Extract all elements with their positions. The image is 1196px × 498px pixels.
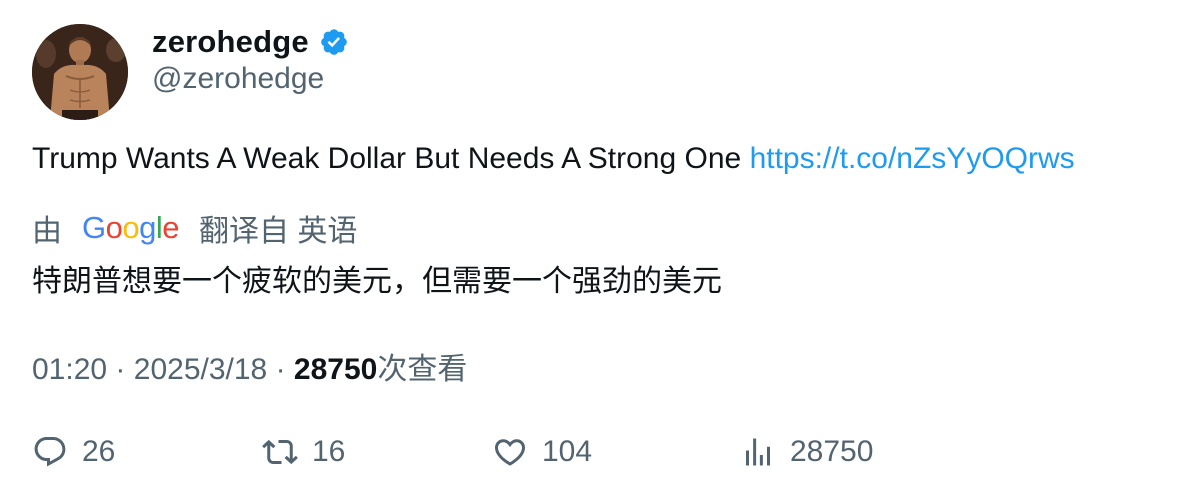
heart-icon — [492, 434, 528, 470]
tweet-link[interactable]: https://t.co/nZsYyOQrws — [750, 142, 1075, 175]
avatar[interactable] — [32, 24, 128, 120]
avatar-photo-icon — [32, 24, 128, 120]
like-count: 104 — [542, 435, 593, 468]
google-logo: Google — [82, 210, 180, 245]
retweet-count: 16 — [312, 435, 346, 468]
reply-icon — [32, 434, 68, 470]
translation-attribution: 由 Google 翻译自 英语 — [32, 207, 357, 249]
tweet-actions-bar: 26 16 104 28750 — [0, 428, 1196, 476]
views-label: 次查看 — [377, 353, 468, 386]
translated-tweet-text: 特朗普想要一个疲软的美元，但需要一个强劲的美元 — [32, 265, 722, 298]
retweet-icon — [262, 434, 298, 470]
tweet-text: Trump Wants A Weak Dollar But Needs A St… — [32, 142, 742, 175]
views-action-count: 28750 — [790, 435, 874, 468]
author-display-name[interactable]: zerohedge — [152, 24, 309, 60]
tweet-card: zerohedge @zerohedge Trump Wants A Weak … — [0, 0, 1196, 498]
tweet-date[interactable]: 2025/3/18 — [134, 353, 267, 386]
tweet-meta: 01:20 · 2025/3/18 · 28750次查看 — [32, 344, 467, 388]
views-count: 28750 — [293, 353, 378, 386]
translation-prefix: 由 — [32, 215, 62, 248]
reply-button[interactable]: 26 — [32, 428, 115, 476]
views-button[interactable]: 28750 — [740, 428, 873, 476]
tweet-body: Trump Wants A Weak Dollar But Needs A St… — [32, 142, 1075, 176]
meta-separator: · — [275, 353, 286, 386]
like-button[interactable]: 104 — [492, 428, 592, 476]
tweet-time[interactable]: 01:20 — [32, 353, 107, 386]
meta-separator: · — [115, 353, 126, 386]
verified-badge-icon — [321, 29, 347, 55]
reply-count: 26 — [82, 435, 116, 468]
retweet-button[interactable]: 16 — [262, 428, 345, 476]
translation-suffix[interactable]: 翻译自 英语 — [199, 206, 357, 250]
analytics-icon — [740, 434, 776, 470]
author-handle[interactable]: @zerohedge — [152, 62, 324, 96]
author-name-row: zerohedge — [152, 22, 349, 62]
